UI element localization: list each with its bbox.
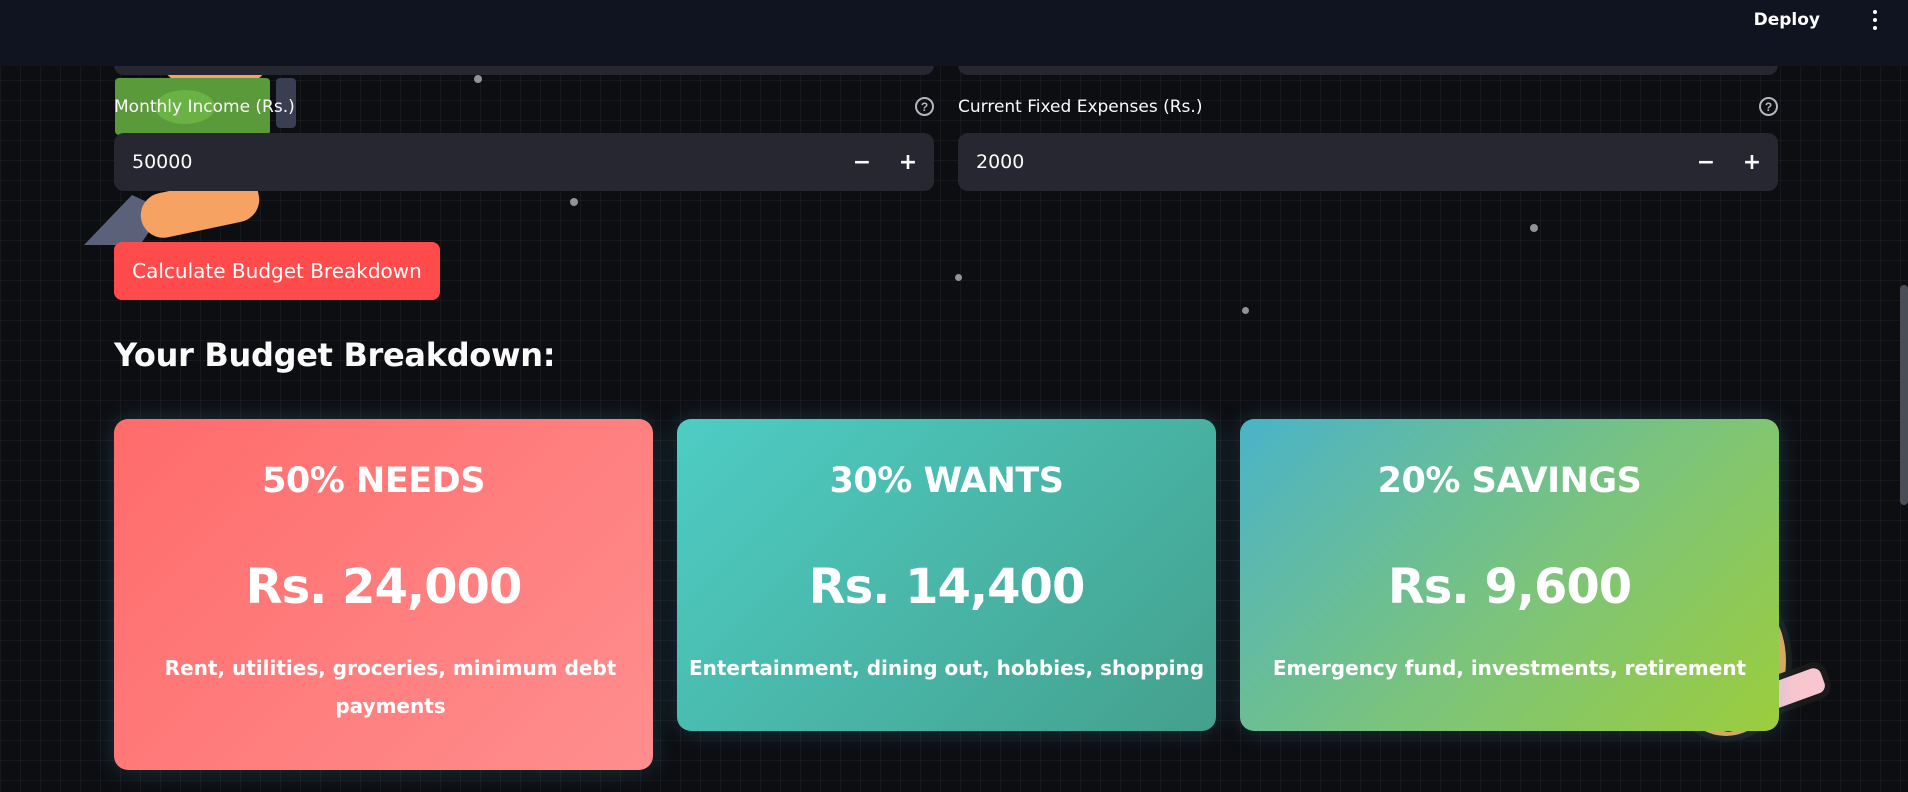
- monthly-income-field: Monthly Income (Rs.) ? 50000 − +: [114, 95, 934, 191]
- card-title: 30% WANTS: [829, 461, 1064, 501]
- increment-button[interactable]: +: [888, 133, 928, 191]
- monthly-income-label: Monthly Income (Rs.): [114, 97, 295, 117]
- savings-card: 20% SAVINGS Rs. 9,600 Emergency fund, in…: [1240, 419, 1779, 731]
- app-header: Deploy: [0, 0, 1908, 66]
- monthly-income-input[interactable]: 50000 − +: [114, 133, 934, 191]
- card-description: Emergency fund, investments, retirement: [1272, 656, 1747, 680]
- monthly-income-value[interactable]: 50000: [132, 133, 192, 191]
- menu-dot: [1873, 18, 1877, 22]
- decrement-button[interactable]: −: [1686, 133, 1726, 191]
- calculate-budget-button[interactable]: Calculate Budget Breakdown: [114, 242, 440, 300]
- particle-dot: [1242, 307, 1249, 314]
- app-root: Deploy Monthly Income (Rs.) ? 50000 − + …: [0, 0, 1908, 792]
- card-title: 20% SAVINGS: [1377, 461, 1642, 501]
- particle-dot: [570, 198, 578, 206]
- particle-dot: [474, 75, 482, 83]
- scrollbar-thumb[interactable]: [1900, 285, 1908, 505]
- particle-dot: [1530, 224, 1538, 232]
- field-label-row: Monthly Income (Rs.) ?: [114, 95, 934, 121]
- card-description: Rent, utilities, groceries, minimum debt…: [164, 656, 617, 718]
- deploy-button[interactable]: Deploy: [1746, 6, 1828, 34]
- decrement-button[interactable]: −: [842, 133, 882, 191]
- particle-dot: [955, 274, 962, 281]
- menu-dot: [1873, 26, 1877, 30]
- fixed-expenses-field: Current Fixed Expenses (Rs.) ? 2000 − +: [958, 95, 1778, 191]
- fixed-expenses-input[interactable]: 2000 − +: [958, 133, 1778, 191]
- card-description: Entertainment, dining out, hobbies, shop…: [688, 656, 1205, 680]
- fixed-expenses-value[interactable]: 2000: [976, 133, 1024, 191]
- help-icon[interactable]: ?: [915, 97, 934, 116]
- card-amount: Rs. 14,400: [808, 559, 1086, 615]
- card-amount: Rs. 24,000: [245, 559, 523, 615]
- fixed-expenses-label: Current Fixed Expenses (Rs.): [958, 97, 1203, 117]
- needs-card: 50% NEEDS Rs. 24,000 Rent, utilities, gr…: [114, 419, 653, 770]
- card-title: 50% NEEDS: [262, 461, 485, 501]
- card-amount: Rs. 9,600: [1387, 559, 1632, 615]
- main-menu-icon[interactable]: [1868, 8, 1882, 32]
- menu-dot: [1873, 10, 1877, 14]
- budget-breakdown-heading: Your Budget Breakdown:: [114, 336, 556, 374]
- help-icon[interactable]: ?: [1759, 97, 1778, 116]
- field-label-row: Current Fixed Expenses (Rs.) ?: [958, 95, 1778, 121]
- wants-card: 30% WANTS Rs. 14,400 Entertainment, dini…: [677, 419, 1216, 731]
- increment-button[interactable]: +: [1732, 133, 1772, 191]
